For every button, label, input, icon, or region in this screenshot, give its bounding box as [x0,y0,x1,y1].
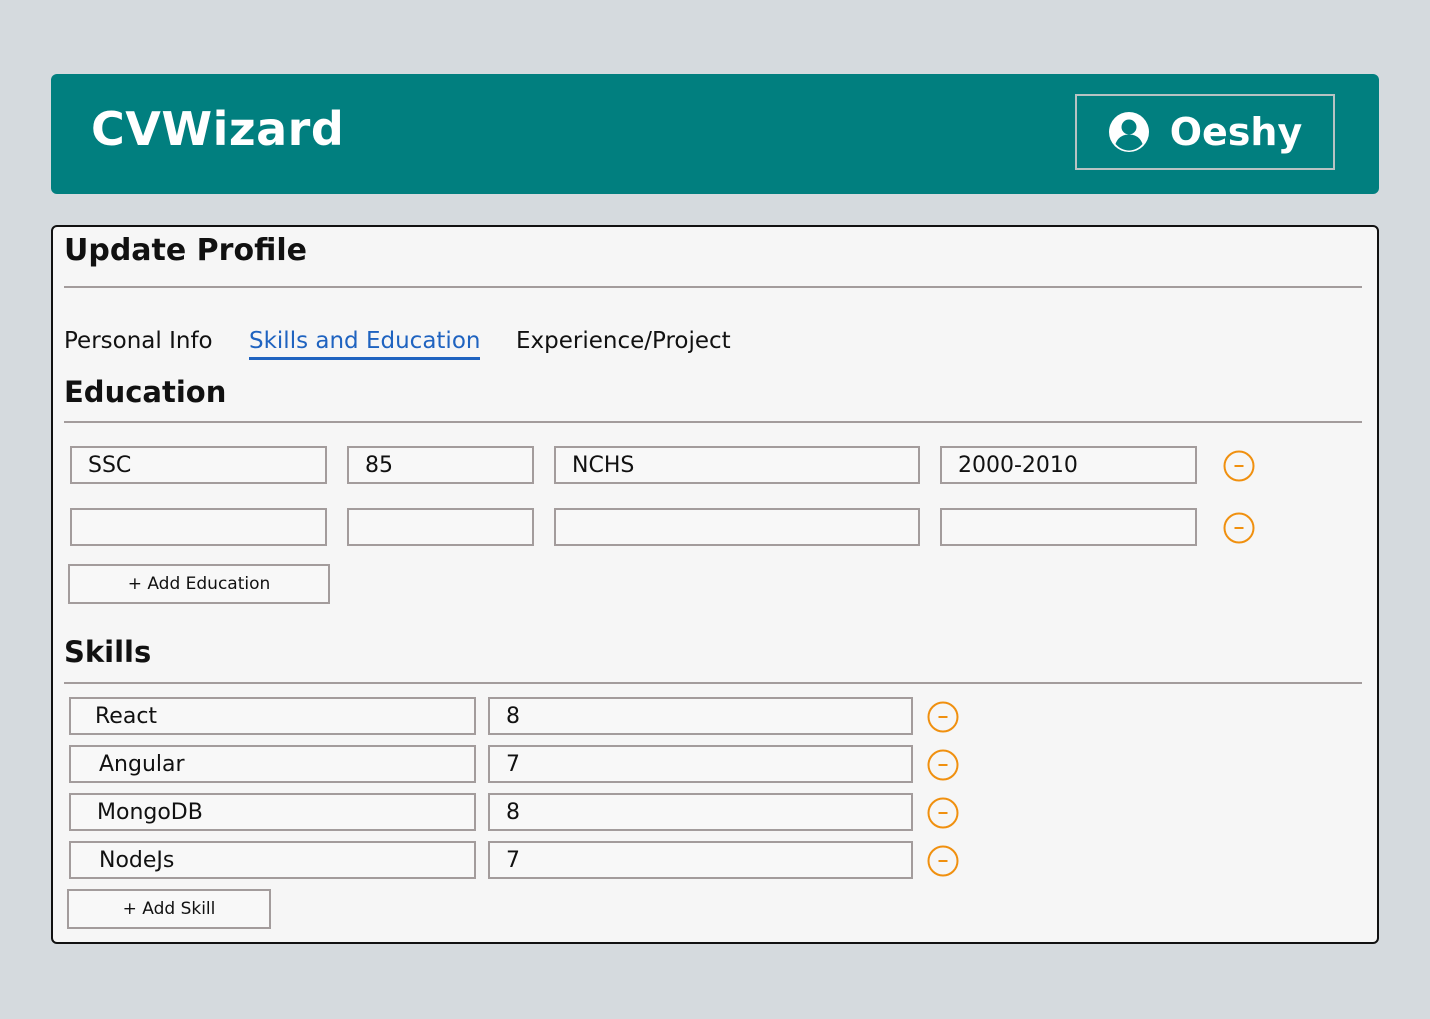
education-years-input[interactable] [940,508,1197,546]
skill-name-input[interactable] [69,793,476,831]
minus-circle-icon [927,701,959,733]
minus-circle-icon [1223,450,1255,482]
skill-name-input[interactable] [69,841,476,879]
skills-section-title: Skills [64,635,152,669]
add-skill-button[interactable]: + Add Skill [67,889,271,929]
education-years-input[interactable] [940,446,1197,484]
skills-divider [64,682,1362,684]
education-institute-input[interactable] [554,446,920,484]
education-section-title: Education [64,375,227,409]
tab-skills-and-education[interactable]: Skills and Education [249,327,481,360]
education-degree-input[interactable] [70,508,327,546]
remove-skill-button[interactable] [927,749,959,781]
remove-skill-button[interactable] [927,845,959,877]
skill-level-input[interactable] [488,793,913,831]
tab-experience-project[interactable]: Experience/Project [516,327,731,355]
education-degree-input[interactable] [70,446,327,484]
update-profile-card: Update Profile Personal Info Skills and … [51,225,1379,944]
skill-name-input[interactable] [69,745,476,783]
education-score-input[interactable] [347,508,534,546]
skill-level-input[interactable] [488,745,913,783]
remove-skill-button[interactable] [927,701,959,733]
minus-circle-icon [927,845,959,877]
minus-circle-icon [1223,512,1255,544]
title-divider [64,286,1362,288]
add-education-button[interactable]: + Add Education [68,564,330,604]
app-brand[interactable]: CVWizard [91,102,344,156]
user-menu-button[interactable]: Oeshy [1075,94,1335,170]
education-score-input[interactable] [347,446,534,484]
user-name: Oeshy [1169,110,1303,154]
page-title: Update Profile [64,233,307,268]
skill-level-input[interactable] [488,697,913,735]
user-circle-icon [1108,112,1149,152]
education-divider [64,421,1362,423]
remove-education-button[interactable] [1223,450,1255,482]
tab-personal-info[interactable]: Personal Info [64,327,213,355]
education-institute-input[interactable] [554,508,920,546]
skill-level-input[interactable] [488,841,913,879]
remove-skill-button[interactable] [927,797,959,829]
remove-education-button[interactable] [1223,512,1255,544]
minus-circle-icon [927,797,959,829]
minus-circle-icon [927,749,959,781]
app-header: CVWizard Oeshy [51,74,1379,194]
skill-name-input[interactable] [69,697,476,735]
